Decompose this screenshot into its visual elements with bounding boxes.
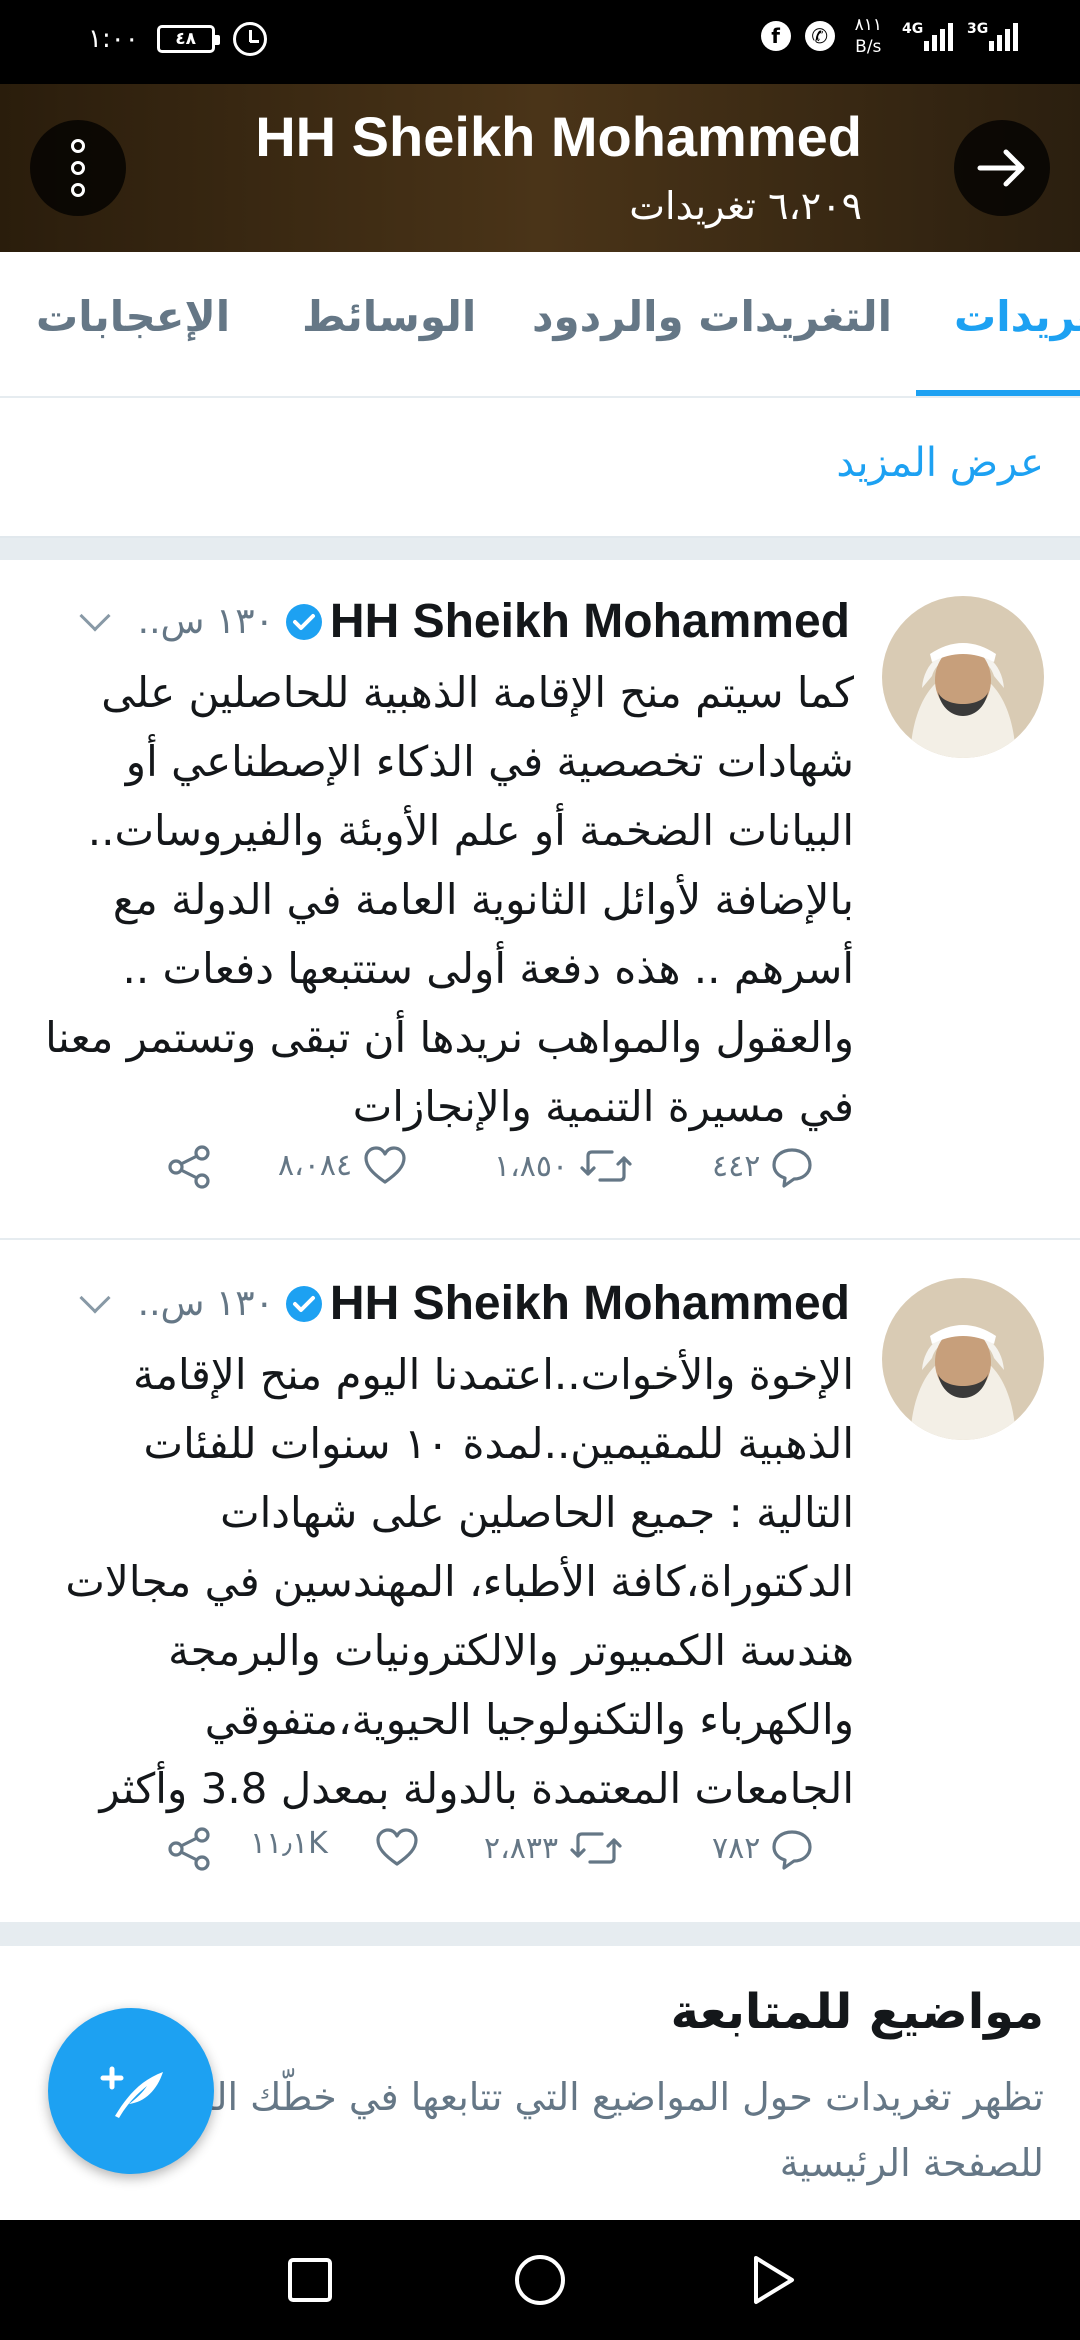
tweet-actions: ٤٤٢ ١،٨٥٠ ٨،٠٨٤: [0, 1144, 1080, 1204]
compose-tweet-button[interactable]: [48, 2008, 214, 2174]
verified-icon: [285, 603, 322, 640]
avatar[interactable]: [882, 596, 1044, 758]
tab-likes[interactable]: الإعجابات: [36, 292, 230, 341]
profile-tabs: تغريدات التغريدات والردود الوسائط الإعجا…: [0, 252, 1080, 398]
share-button[interactable]: [164, 1826, 214, 1872]
reply-button[interactable]: ٤٤٢: [712, 1144, 814, 1188]
like-count: ٨،٠٨٤: [278, 1147, 353, 1183]
triangle-back-icon: [754, 2256, 794, 2304]
tweet-header: ..١٣٠ س HH Sheikh Mohammed: [79, 1276, 850, 1331]
retweet-icon: [570, 1832, 622, 1864]
clock: ١:٠٠: [88, 24, 139, 54]
battery-icon: ٤٨: [156, 25, 220, 53]
retweet-count: ٢،٨٣٣: [484, 1830, 559, 1866]
tweet-text: الإخوة والأخوات..اعتمدنا اليوم منح الإقا…: [65, 1350, 854, 1813]
tab-tweets[interactable]: تغريدات: [954, 292, 1080, 341]
profile-header: HH Sheikh Mohammed ٦،٢٠٩ تغريدات: [0, 84, 1080, 252]
whatsapp-icon: ✆: [804, 21, 835, 51]
show-more-link[interactable]: عرض المزيد: [836, 440, 1044, 486]
share-icon: [168, 1145, 210, 1189]
status-bar: ١:٠٠ ٤٨ f ✆ ٨١١ B/s 4G 3G: [0, 0, 1080, 84]
chevron-down-icon[interactable]: [79, 599, 111, 632]
facebook-icon: f: [760, 21, 791, 51]
tweet-time: ..١٣٠ س: [137, 601, 274, 642]
signal-3g-icon: 3G: [967, 21, 1018, 51]
tweet-count: ٦،٢٠٩ تغريدات: [629, 184, 862, 228]
circle-icon: [515, 2255, 565, 2305]
topics-title: مواضيع للمتابعة: [670, 1984, 1044, 2040]
reply-icon: [772, 1148, 812, 1188]
back-button[interactable]: [954, 120, 1050, 216]
reply-count: ٧٨٢: [712, 1830, 761, 1866]
recents-button[interactable]: [280, 2250, 340, 2310]
heart-icon: [364, 1146, 406, 1184]
alarm-icon: [232, 22, 267, 56]
retweet-count: ١،٨٥٠: [494, 1148, 569, 1184]
more-vertical-icon[interactable]: [30, 120, 126, 216]
avatar[interactable]: [882, 1278, 1044, 1440]
author-name[interactable]: HH Sheikh Mohammed: [330, 594, 850, 649]
profile-name: HH Sheikh Mohammed: [255, 105, 862, 168]
reply-button[interactable]: ٧٨٢: [712, 1826, 814, 1870]
active-tab-indicator: [916, 390, 1080, 396]
retweet-button[interactable]: ١،٨٥٠: [494, 1144, 634, 1188]
arrow-right-icon: [977, 149, 1025, 187]
compose-feather-icon: [100, 2066, 163, 2118]
back-nav-button[interactable]: [742, 2250, 802, 2310]
reply-count: ٤٤٢: [712, 1148, 761, 1184]
like-button[interactable]: [374, 1826, 420, 1868]
like-count-label: ١١٫١K: [250, 1826, 328, 1861]
reply-icon: [772, 1830, 812, 1870]
tab-media[interactable]: الوسائط: [302, 292, 476, 341]
author-name[interactable]: HH Sheikh Mohammed: [330, 1276, 850, 1331]
status-right: f ✆ ٨١١ B/s 4G 3G: [760, 14, 1018, 58]
like-button[interactable]: ٨،٠٨٤: [278, 1144, 408, 1186]
square-icon: [288, 2258, 332, 2302]
heart-icon: [376, 1828, 418, 1866]
status-left: ١:٠٠ ٤٨: [88, 22, 267, 56]
retweet-icon: [580, 1150, 632, 1182]
tweet-header: ..١٣٠ س HH Sheikh Mohammed: [79, 594, 850, 649]
like-count: ١١٫١K: [250, 1826, 328, 1861]
signal-4g-icon: 4G: [902, 21, 953, 51]
share-button[interactable]: [164, 1144, 214, 1190]
home-button[interactable]: [510, 2250, 570, 2310]
chevron-down-icon[interactable]: [79, 1281, 111, 1314]
tab-tweets-replies[interactable]: التغريدات والردود: [532, 292, 892, 341]
navigation-bar: [0, 2220, 1080, 2340]
retweet-button[interactable]: ٢،٨٣٣: [484, 1826, 624, 1870]
divider: [0, 1924, 1080, 1946]
divider: [0, 536, 1080, 560]
tweet-actions: ٧٨٢ ٢،٨٣٣ ١١٫١K: [0, 1826, 1080, 1886]
share-icon: [168, 1827, 210, 1871]
network-speed: ٨١١ B/s: [854, 15, 882, 57]
verified-icon: [285, 1285, 322, 1322]
tweet[interactable]: ..١٣٠ س HH Sheikh Mohammed الإخوة والأخو…: [0, 1242, 1080, 1924]
tweet-text: كما سيتم منح الإقامة الذهبية للحاصلين عل…: [45, 668, 854, 1131]
tweet-time: ..١٣٠ س: [137, 1283, 274, 1324]
tweet[interactable]: ..١٣٠ س HH Sheikh Mohammed كما سيتم منح …: [0, 560, 1080, 1240]
